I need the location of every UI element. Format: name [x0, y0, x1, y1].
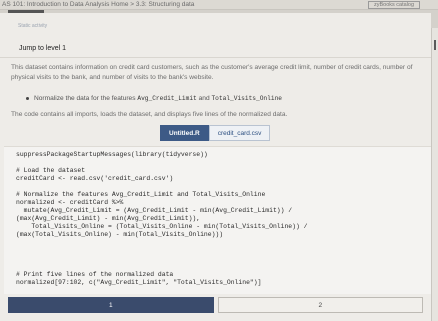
code-line: suppressPackageStartupMessages(library(t…	[16, 151, 208, 158]
code-line: (max(Total_Visits_Online) - min(Total_Vi…	[16, 231, 224, 238]
breadcrumb[interactable]: AS 101: Introduction to Data Analysis Ho…	[2, 0, 194, 9]
scroll-handle[interactable]	[434, 40, 436, 50]
code-description: The code contains all imports, loads the…	[11, 111, 288, 118]
code-line: # Print five lines of the normalized dat…	[16, 271, 174, 278]
bullet-and: and	[196, 95, 212, 102]
catalog-button[interactable]: zyBooks catalog	[368, 1, 420, 9]
page-button-1[interactable]: 1	[8, 297, 214, 313]
right-scrollbar[interactable]	[431, 28, 438, 321]
section-indicator	[8, 10, 44, 13]
code-editor[interactable]: suppressPackageStartupMessages(library(t…	[4, 146, 431, 294]
dataset-description: This dataset contains information on cre…	[11, 64, 413, 81]
jump-to-level[interactable]: Jump to level 1	[19, 45, 66, 52]
file-tabs: Untitled.R credit_card.csv	[160, 125, 271, 141]
code-line: mutate(Avg_Credit_Limit = (Avg_Credit_Li…	[16, 207, 293, 214]
code-line: normalized[97:102, c("Avg_Credit_Limit",…	[16, 279, 262, 286]
top-bar: AS 101: Introduction to Data Analysis Ho…	[0, 0, 438, 10]
level-pager: 1 2	[8, 297, 423, 313]
code-line: # Normalize the features Avg_Credit_Limi…	[16, 191, 266, 198]
divider	[0, 57, 431, 58]
code-line: (max(Avg_Credit_Limit) - min(Avg_Credit_…	[16, 215, 201, 222]
feature-avg-credit-limit: Avg_Credit_Limit	[137, 95, 197, 102]
tab-credit-card-csv[interactable]: credit_card.csv	[208, 125, 271, 141]
code-line: creditCard <- read.csv('credit_card.csv'…	[16, 175, 174, 182]
bullet-prefix: Normalize the data for the features	[34, 95, 138, 102]
code-line: # Load the dataset	[16, 167, 86, 174]
bullet-dot-icon	[26, 96, 29, 100]
tab-untitled-r[interactable]: Untitled.R	[160, 125, 209, 141]
code-line: normalized <- creditCard %>%	[16, 199, 124, 206]
activity-type-link[interactable]: Static activity	[18, 23, 47, 29]
code-line: Total_Visits_Online = (Total_Visits_Onli…	[16, 223, 308, 230]
feature-total-visits-online: Total_Visits_Online	[211, 95, 283, 102]
page-button-2[interactable]: 2	[217, 297, 423, 313]
task-bullet: Normalize the data for the features Avg_…	[26, 95, 282, 102]
